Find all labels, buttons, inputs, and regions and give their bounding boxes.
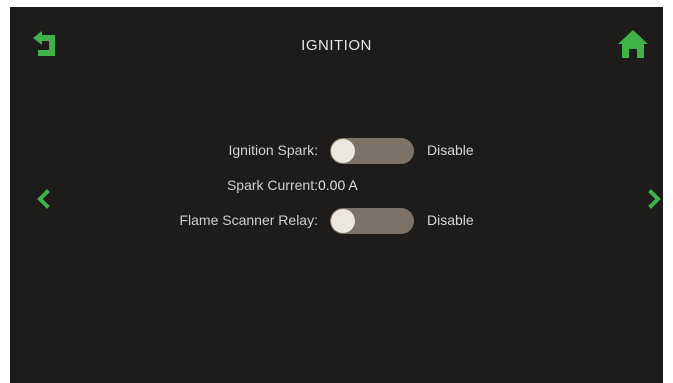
toggle-knob [331, 209, 355, 233]
page-title: IGNITION [301, 37, 372, 54]
home-icon[interactable] [616, 27, 650, 61]
ignition-screen: IGNITION Ignition Spark: Disable Spark C… [10, 7, 663, 383]
toggle-knob [331, 139, 355, 163]
chevron-right-icon[interactable] [648, 189, 662, 209]
ignition-spark-state: Disable [427, 142, 474, 158]
spark-current-value: 0.00 A [318, 177, 358, 193]
flame-scanner-relay-toggle[interactable] [330, 208, 414, 234]
ignition-spark-toggle[interactable] [330, 138, 414, 164]
flame-scanner-relay-state: Disable [427, 212, 474, 228]
ignition-spark-label: Ignition Spark: [228, 142, 319, 158]
flame-scanner-relay-label: Flame Scanner Relay: [179, 212, 318, 228]
spark-current-label: Spark Current: [226, 177, 318, 193]
chevron-left-icon[interactable] [36, 189, 50, 209]
